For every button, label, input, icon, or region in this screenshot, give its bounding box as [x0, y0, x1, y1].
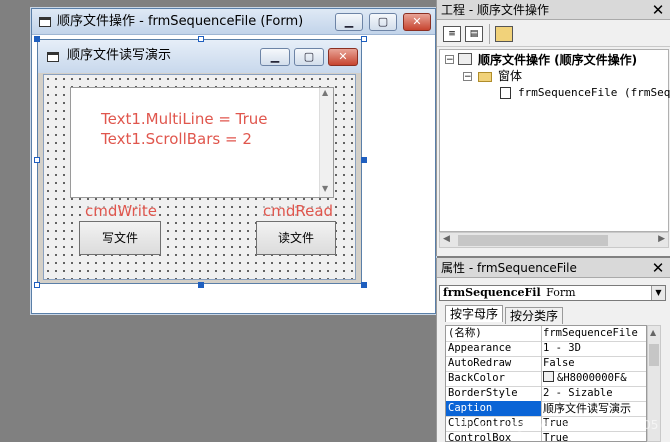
close-icon: ✕ — [651, 1, 665, 19]
object-type: Form — [546, 286, 576, 299]
close-icon: ✕ — [651, 259, 665, 277]
maximize-icon: ▢ — [303, 50, 315, 63]
scroll-up-icon: ▲ — [322, 88, 329, 97]
close-icon: ✕ — [338, 50, 348, 63]
design-close-button: ✕ — [328, 48, 358, 66]
property-name: Appearance — [446, 341, 542, 356]
project-horizontal-scrollbar[interactable]: ◀ ▶ — [439, 232, 669, 248]
toggle-folders-icon[interactable] — [495, 26, 513, 42]
property-value-color[interactable]: &H8000000F& — [541, 371, 646, 386]
close-button[interactable]: ✕ — [403, 13, 431, 31]
property-name: ControlBox — [446, 431, 542, 441]
tab-alphabetic[interactable]: 按字母序 — [445, 305, 504, 322]
property-row[interactable]: ControlBox True — [446, 431, 646, 441]
resize-handle-top-right[interactable] — [361, 36, 367, 42]
design-maximize-button: ▢ — [294, 48, 324, 66]
object-name: frmSequenceFil — [443, 286, 541, 299]
property-name: Caption — [446, 401, 542, 416]
properties-pane: 属性 - frmSequenceFile ✕ frmSequenceFil Fo… — [436, 258, 670, 442]
chevron-down-icon[interactable]: ▼ — [651, 286, 665, 300]
property-value[interactable]: False — [541, 356, 646, 371]
property-value[interactable]: 1 - 3D — [541, 341, 646, 356]
scroll-left-icon: ◀ — [443, 234, 450, 244]
design-form-titlebar: 顺序文件读写演示 ▁ ▢ ✕ — [38, 40, 361, 73]
properties-title-text: 属性 - frmSequenceFile — [441, 261, 577, 275]
scroll-right-icon: ▶ — [658, 234, 665, 244]
scroll-down-icon: ▼ — [322, 184, 329, 193]
property-row[interactable]: (名称) frmSequenceFile — [446, 326, 646, 342]
color-swatch-icon — [543, 371, 554, 382]
property-value[interactable]: frmSequenceFile — [541, 326, 646, 341]
properties-close-button[interactable]: ✕ — [649, 259, 667, 277]
property-row[interactable]: BorderStyle 2 - Sizable — [446, 386, 646, 402]
design-form[interactable]: 顺序文件读写演示 ▁ ▢ ✕ Text1.MultiLine = True Te… — [37, 39, 362, 284]
close-icon: ✕ — [412, 15, 422, 28]
property-row[interactable]: BackColor &H8000000F& — [446, 371, 646, 387]
view-code-icon[interactable]: ≡ — [443, 26, 461, 42]
read-file-button[interactable]: 读文件 — [256, 221, 336, 255]
text1-textbox[interactable]: Text1.MultiLine = True Text1.ScrollBars … — [70, 87, 334, 198]
form-designer-titlebar[interactable]: 顺序文件操作 - frmSequenceFile (Form) ▁ ▢ ✕ — [32, 9, 435, 35]
design-minimize-button: ▁ — [260, 48, 290, 66]
maximize-button[interactable]: ▢ — [369, 13, 397, 31]
cmdwrite-label: cmdWrite — [85, 202, 157, 220]
cmdread-label: cmdRead — [263, 202, 334, 220]
resize-handle-bottom-right[interactable] — [361, 282, 367, 288]
tab-categorized[interactable]: 按分类序 — [505, 307, 564, 324]
resize-handle-left[interactable] — [34, 157, 40, 163]
resize-handle-top[interactable] — [198, 36, 204, 42]
property-value[interactable]: 2 - Sizable — [541, 386, 646, 401]
property-row[interactable]: AutoRedraw False — [446, 356, 646, 372]
form-window-icon — [39, 17, 51, 27]
property-name: BackColor — [446, 371, 542, 386]
toolbar-divider — [489, 24, 490, 44]
tree-node-forms-folder[interactable]: 窗体 — [498, 68, 522, 84]
project-explorer-toolbar: ≡ ▤ — [437, 21, 670, 47]
collapse-project-icon[interactable]: − — [445, 55, 454, 65]
resize-handle-right[interactable] — [361, 157, 367, 163]
folder-icon — [478, 72, 492, 82]
resize-handle-bottom-left[interactable] — [34, 282, 40, 288]
scrollbar-thumb[interactable] — [649, 344, 659, 366]
write-file-button[interactable]: 写文件 — [79, 221, 161, 255]
object-selector[interactable]: frmSequenceFil Form ▼ — [439, 285, 666, 301]
design-form-grid[interactable]: Text1.MultiLine = True Text1.ScrollBars … — [43, 74, 356, 280]
project-tree: − 顺序文件操作 (顺序文件操作) − 窗体 frmSequenceFile (… — [439, 49, 670, 232]
view-object-icon[interactable]: ▤ — [465, 26, 483, 42]
property-row-selected[interactable]: Caption 顺序文件读写演示 — [446, 401, 646, 417]
watermark: https://blog.csdn.net/howard2005 — [455, 418, 659, 432]
minimize-icon: ▁ — [344, 15, 354, 28]
resize-handle-bottom[interactable] — [198, 282, 204, 288]
project-icon — [458, 53, 472, 65]
project-explorer-close-button[interactable]: ✕ — [649, 1, 667, 19]
form-icon — [500, 87, 511, 99]
property-name: (名称) — [446, 326, 542, 341]
design-form-icon — [47, 52, 59, 62]
tree-node-project[interactable]: 顺序文件操作 (顺序文件操作) — [478, 52, 637, 68]
property-value[interactable]: 顺序文件读写演示 — [541, 401, 646, 416]
textbox-line-scrollbars: Text1.ScrollBars = 2 — [101, 130, 252, 148]
tree-node-form[interactable]: frmSequenceFile (frmSeque — [518, 85, 670, 101]
project-explorer-title-text: 工程 - 顺序文件操作 — [441, 3, 549, 17]
scroll-up-icon: ▲ — [650, 328, 657, 337]
textbox-line-multiline: Text1.MultiLine = True — [101, 110, 268, 128]
minimize-button[interactable]: ▁ — [335, 13, 363, 31]
properties-title: 属性 - frmSequenceFile ✕ — [437, 258, 670, 278]
property-name: AutoRedraw — [446, 356, 542, 371]
property-row[interactable]: Appearance 1 - 3D — [446, 341, 646, 357]
scrollbar-thumb[interactable] — [458, 235, 608, 246]
textbox-vertical-scrollbar[interactable]: ▲ ▼ — [319, 88, 333, 197]
collapse-forms-icon[interactable]: − — [463, 72, 472, 82]
project-explorer-pane: 工程 - 顺序文件操作 ✕ ≡ ▤ − 顺序文件操作 (顺序文件操作) − 窗体… — [436, 0, 670, 256]
design-form-caption: 顺序文件读写演示 — [67, 48, 172, 63]
property-value[interactable]: True — [541, 431, 646, 441]
project-explorer-title: 工程 - 顺序文件操作 ✕ — [437, 0, 670, 20]
backcolor-value: &H8000000F& — [557, 372, 627, 384]
minimize-icon: ▁ — [270, 50, 280, 63]
property-name: BorderStyle — [446, 386, 542, 401]
resize-handle-top-left[interactable] — [34, 36, 40, 42]
form-designer-title: 顺序文件操作 - frmSequenceFile (Form) — [57, 14, 304, 29]
maximize-icon: ▢ — [377, 15, 389, 28]
